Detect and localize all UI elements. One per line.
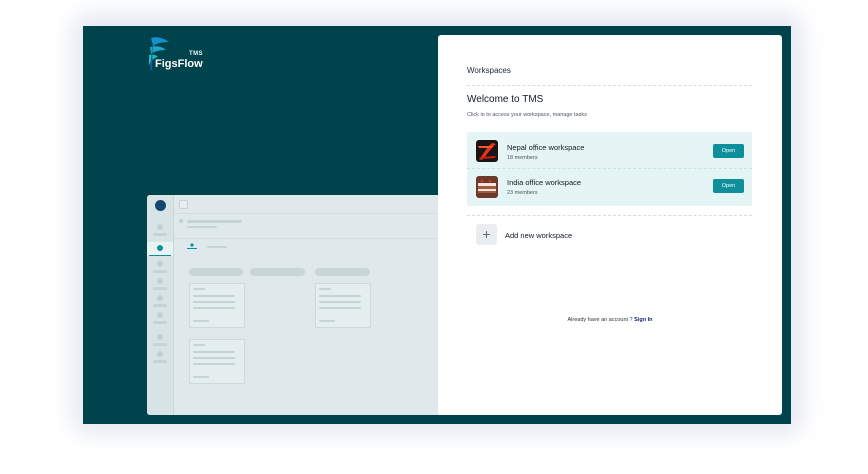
welcome-subtitle: Click in to access your workspace, manag… (467, 112, 587, 118)
add-workspace-label[interactable]: Add new workspace (505, 231, 572, 240)
panel-title: Workspaces (467, 66, 511, 75)
plus-icon[interactable]: + (476, 224, 497, 245)
signin-link[interactable]: Sign In (634, 317, 652, 323)
workspace-item-nepal[interactable]: Nepal office workspace 18 members Open (467, 132, 752, 169)
india-workspace-thumbnail (476, 176, 498, 198)
workspace-members: 18 members (507, 155, 538, 161)
divider (467, 215, 752, 216)
nepal-workspace-thumbnail (476, 140, 498, 162)
open-nepal-workspace-button[interactable]: Open (713, 144, 744, 158)
workspace-item-india[interactable]: India office workspace 23 members Open (467, 169, 752, 206)
preview-menu-icon (179, 200, 188, 209)
preview-topbar (174, 195, 447, 214)
brand-name: FigsFlow (155, 58, 203, 70)
workspace-name: India office workspace (507, 178, 582, 187)
workspace-list: Nepal office workspace 18 members Open I… (467, 132, 752, 206)
preview-user-icon (187, 243, 197, 249)
workspace-members: 23 members (507, 190, 538, 196)
figsflow-logo: TMS FigsFlow (145, 36, 225, 76)
app-preview-illustration (147, 195, 447, 415)
divider (467, 85, 752, 86)
signin-prompt: Already have an account ? (567, 317, 633, 323)
workspace-name: Nepal office workspace (507, 143, 585, 152)
preview-sidebar (147, 195, 174, 415)
preview-logo-icon (155, 200, 166, 211)
signin-row: Already have an account ? Sign In (438, 317, 782, 323)
workspaces-panel: Workspaces Welcome to TMS Click in to ac… (438, 35, 782, 415)
open-india-workspace-button[interactable]: Open (713, 179, 744, 193)
brand-product: TMS (189, 51, 203, 57)
welcome-heading: Welcome to TMS (467, 94, 544, 105)
